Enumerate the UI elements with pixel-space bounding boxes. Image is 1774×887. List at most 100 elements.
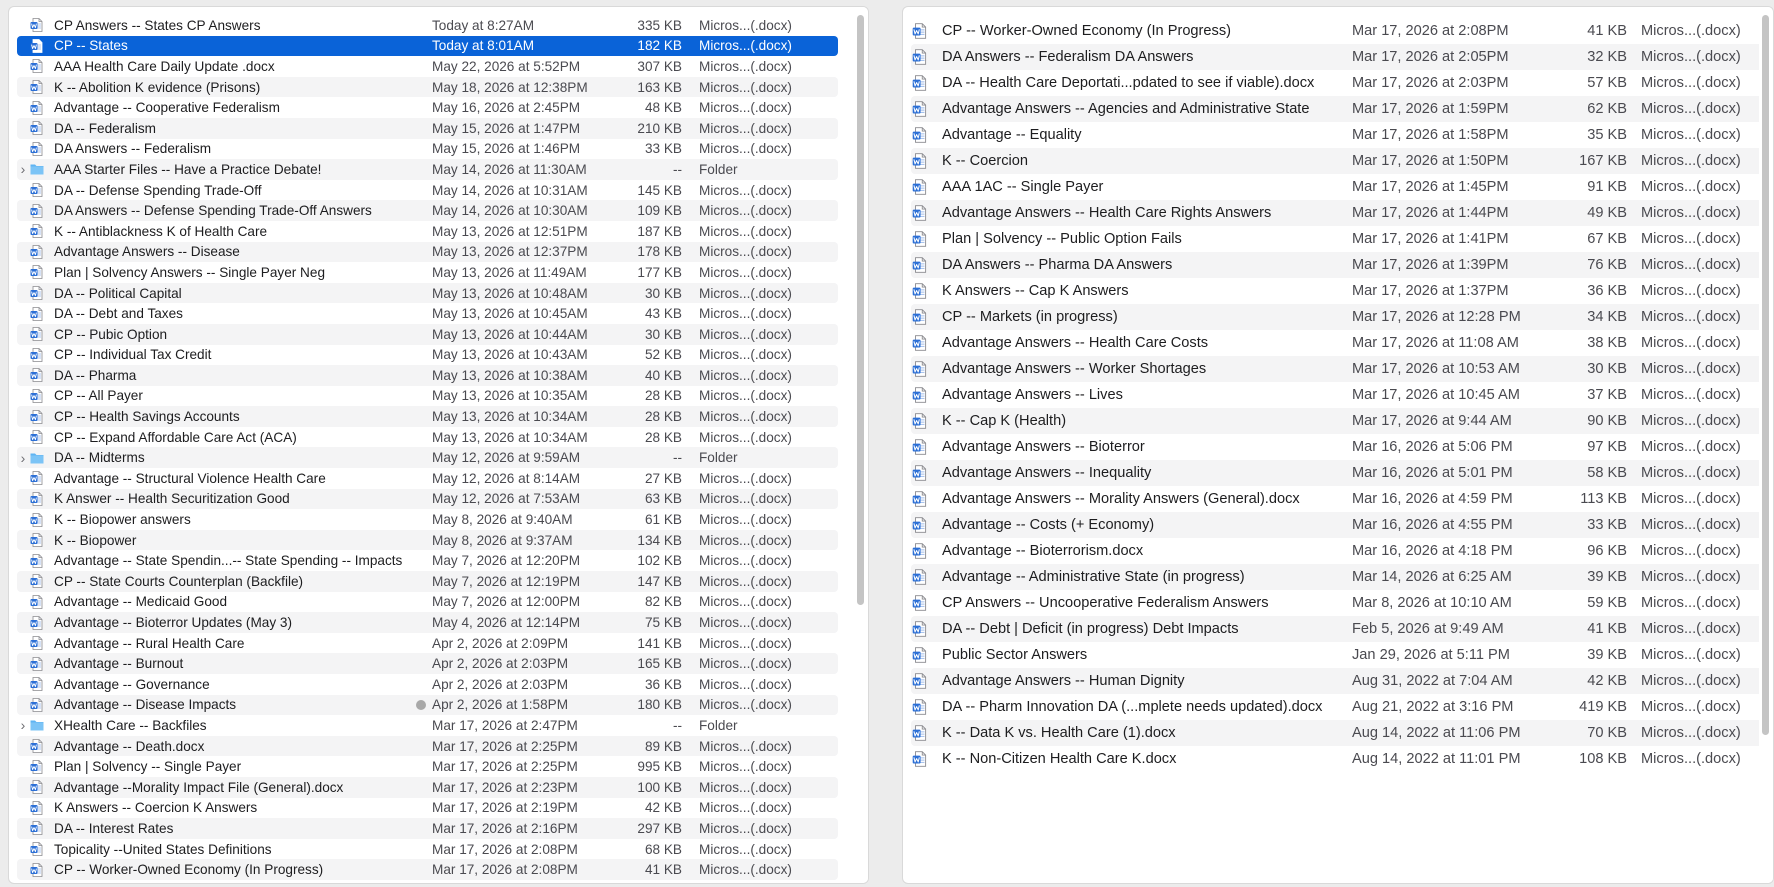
file-name: CP -- State Courts Counterplan (Backfile… [54, 573, 304, 589]
file-row[interactable]: Advantage -- Cooperative Federalism May 1… [17, 97, 838, 118]
file-kind: Micros...(.docx) [699, 244, 792, 260]
file-kind: Micros...(.docx) [1641, 569, 1741, 585]
file-kind: Micros...(.docx) [1641, 595, 1741, 611]
file-name: Advantage -- Administrative State (in pr… [942, 569, 1245, 585]
file-name: K -- Antiblackness K of Health Care [54, 223, 268, 239]
file-row[interactable]: Public Sector Answers Jan 29, 2026 at 5:1… [911, 642, 1773, 668]
file-row[interactable]: CP -- State Courts Counterplan (Backfile… [17, 571, 838, 592]
file-row[interactable]: K -- Abolition K evidence (Prisons) May 1… [17, 76, 838, 98]
scrollbar-thumb-left[interactable] [857, 15, 864, 605]
file-row[interactable]: Plan | Solvency Answers -- Single Payer … [17, 262, 838, 283]
date-modified: May 12, 2026 at 9:59AM [432, 450, 581, 466]
file-row[interactable]: DA -- Defense Spending Trade-Off May 14, … [17, 180, 838, 201]
file-list-pane-right[interactable]: CP -- Worker-Owned Economy (In Progress)… [902, 6, 1774, 884]
file-row[interactable]: DA Answers -- Federalism May 15, 2026 at … [17, 139, 838, 160]
file-row[interactable]: Advantage --Morality Impact File (Genera… [17, 776, 838, 798]
file-row[interactable]: Advantage Answers -- Health Care Costs Ma… [911, 330, 1773, 356]
word-document-icon [911, 386, 929, 404]
file-row[interactable]: DA Answers -- Federalism DA Answers Mar 1… [911, 44, 1773, 70]
file-row[interactable]: DA Answers -- Pharma DA Answers Mar 17, 2… [911, 252, 1773, 278]
file-row[interactable]: Advantage Answers -- Human Dignity Aug 31… [911, 668, 1773, 694]
file-name: DA -- Federalism [54, 120, 156, 136]
file-row[interactable]: Advantage Answers -- Disease May 13, 2026… [17, 241, 838, 263]
file-row[interactable]: Advantage -- Structural Violence Health … [17, 468, 838, 489]
file-row[interactable]: CP -- Individual Tax Credit May 13, 2026 … [17, 345, 838, 366]
file-row[interactable]: CP Answers -- States CP Answers Today at … [17, 15, 838, 36]
file-row[interactable]: Advantage -- Death.docx Mar 17, 2026 at 2… [17, 735, 838, 757]
file-row[interactable]: Advantage -- Burnout Apr 2, 2026 at 2:03P… [17, 653, 838, 674]
file-row[interactable]: AAA 1AC -- Single Payer Mar 17, 2026 at 1… [911, 174, 1773, 200]
file-size: 163 KB [637, 79, 682, 95]
file-row[interactable]: DA Answers -- Defense Spending Trade-Off… [17, 200, 838, 221]
date-modified: Mar 17, 2026 at 2:08PM [432, 841, 578, 857]
file-row[interactable]: DA -- Federalism May 15, 2026 at 1:47PM 21… [17, 117, 838, 139]
file-row[interactable]: CP -- States Today at 8:01AM 182 KB Micros.… [17, 35, 838, 57]
file-row[interactable]: CP -- Markets (in progress) Mar 17, 2026 … [911, 304, 1773, 330]
file-row[interactable]: CP -- Expand Affordable Care Act (ACA) Ma… [17, 427, 838, 448]
file-row[interactable]: DA -- Pharm Innovation DA (...mplete nee… [911, 694, 1773, 720]
file-row[interactable]: K Answers -- Coercion K Answers Mar 17, 2… [17, 798, 838, 819]
file-row[interactable]: Advantage Answers -- Agencies and Admini… [911, 96, 1773, 122]
file-row[interactable]: Topicality --United States Definitions Ma… [17, 839, 838, 860]
file-row[interactable]: Advantage -- Medicaid Good May 7, 2026 at… [17, 592, 838, 613]
file-row[interactable]: DA -- Pharma May 13, 2026 at 10:38AM 40 KB… [17, 365, 838, 386]
file-row[interactable]: Advantage -- Rural Health Care Apr 2, 202… [17, 633, 838, 654]
file-row[interactable]: DA -- Debt | Deficit (in progress) Debt … [911, 616, 1773, 642]
file-row[interactable]: K Answers -- Cap K Answers Mar 17, 2026 a… [911, 278, 1773, 304]
word-document-icon [29, 615, 45, 631]
file-row[interactable]: CP -- Worker-Owned Economy (In Progress)… [911, 18, 1773, 44]
file-row[interactable]: K -- Data K vs. Health Care (1).docx Aug … [911, 720, 1773, 746]
file-row[interactable]: K -- Biopower May 8, 2026 at 9:37AM 134 KB… [17, 529, 838, 551]
file-row[interactable]: CP -- Health Savings Accounts May 13, 202… [17, 406, 838, 427]
file-row[interactable]: DA -- Political Capital May 13, 2026 at 1… [17, 282, 838, 304]
file-row[interactable]: Plan | Solvency -- Public Option Fails Ma… [911, 226, 1773, 252]
folder-row[interactable]: › AAA Starter Files -- Have a Practice D… [17, 159, 838, 180]
file-size: 187 KB [637, 223, 682, 239]
file-row[interactable]: CP -- Pubic Option May 13, 2026 at 10:44A… [17, 323, 838, 345]
file-row[interactable]: DA -- Health Care Deportati...pdated to … [911, 70, 1773, 96]
file-size: 96 KB [1587, 543, 1627, 559]
file-row[interactable]: Advantage -- Costs (+ Economy) Mar 16, 20… [911, 512, 1773, 538]
file-kind: Micros...(.docx) [699, 656, 792, 672]
file-row[interactable]: Advantage -- Bioterrorism.docx Mar 16, 20… [911, 538, 1773, 564]
file-row[interactable]: DA -- Interest Rates Mar 17, 2026 at 2:16… [17, 818, 838, 839]
scrollbar-right[interactable] [1759, 7, 1773, 883]
word-document-icon [911, 126, 929, 144]
file-row[interactable]: Advantage -- Governance Apr 2, 2026 at 2:… [17, 674, 838, 695]
folder-row[interactable]: › XHealth Care -- Backfiles Mar 17, 2026 … [17, 715, 838, 736]
file-row[interactable]: Advantage -- Equality Mar 17, 2026 at 1:5… [911, 122, 1773, 148]
word-document-icon [911, 360, 929, 378]
file-row[interactable]: Advantage Answers -- Inequality Mar 16, 2… [911, 460, 1773, 486]
date-modified: May 7, 2026 at 12:20PM [432, 553, 581, 569]
file-row[interactable]: CP Answers -- Uncooperative Federalism A… [911, 590, 1773, 616]
file-row[interactable]: Advantage Answers -- Health Care Rights … [911, 200, 1773, 226]
file-row[interactable]: K -- Non-Citizen Health Care K.docx Aug 1… [911, 746, 1773, 772]
file-name: DA Answers -- Federalism [54, 141, 212, 157]
file-row[interactable]: Advantage -- State Spendin...-- State Sp… [17, 550, 838, 571]
file-row[interactable]: Plan | Solvency -- Single Payer Mar 17, 2… [17, 756, 838, 777]
disclosure-chevron-icon[interactable]: › [17, 161, 29, 177]
file-row[interactable]: Advantage Answers -- Worker Shortages Mar… [911, 356, 1773, 382]
file-row[interactable]: CP -- All Payer May 13, 2026 at 10:35AM 28… [17, 386, 838, 407]
file-row[interactable]: K -- Coercion Mar 17, 2026 at 1:50PM 167 K… [911, 148, 1773, 174]
file-row[interactable]: K -- Cap K (Health) Mar 17, 2026 at 9:44 … [911, 408, 1773, 434]
file-list-pane-left[interactable]: CP Answers -- States CP Answers Today at … [8, 6, 869, 884]
file-row[interactable]: CP -- Worker-Owned Economy (In Progress)… [17, 859, 838, 880]
file-row[interactable]: K -- Biopower answers May 8, 2026 at 9:40… [17, 509, 838, 530]
file-row[interactable]: DA -- Debt and Taxes May 13, 2026 at 10:4… [17, 303, 838, 324]
date-modified: May 13, 2026 at 10:48AM [432, 285, 588, 301]
disclosure-chevron-icon[interactable]: › [17, 450, 29, 466]
file-row[interactable]: Advantage Answers -- Lives Mar 17, 2026 a… [911, 382, 1773, 408]
file-row[interactable]: Advantage Answers -- Morality Answers (G… [911, 486, 1773, 512]
file-row[interactable]: Advantage -- Disease Impacts Apr 2, 2026 … [17, 694, 838, 716]
file-row[interactable]: Advantage Answers -- Bioterror Mar 16, 20… [911, 434, 1773, 460]
folder-row[interactable]: › DA -- Midterms May 12, 2026 at 9:59AM --… [17, 447, 838, 469]
scrollbar-left[interactable] [854, 7, 868, 883]
file-row[interactable]: AAA Health Care Daily Update .docx May 22… [17, 56, 838, 77]
disclosure-chevron-icon[interactable]: › [17, 717, 29, 733]
scrollbar-thumb-right[interactable] [1762, 15, 1769, 735]
file-row[interactable]: K -- Antiblackness K of Health Care May 1… [17, 221, 838, 242]
file-row[interactable]: Advantage -- Administrative State (in pr… [911, 564, 1773, 590]
file-row[interactable]: Advantage -- Bioterror Updates (May 3) Ma… [17, 612, 838, 633]
file-row[interactable]: K Answer -- Health Securitization Good Ma… [17, 488, 838, 510]
